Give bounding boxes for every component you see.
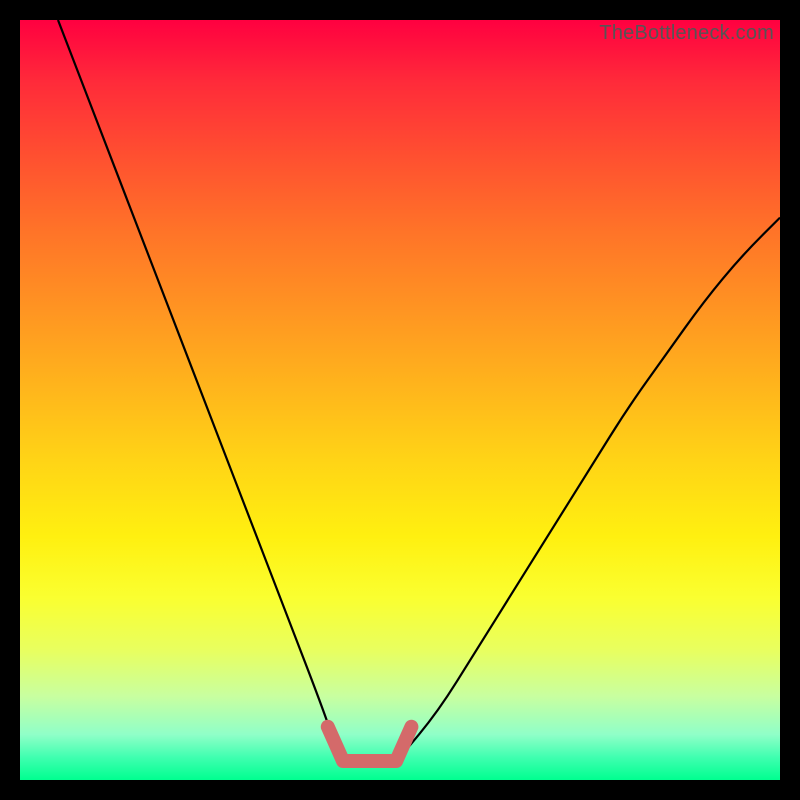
plot-area: TheBottleneck.com [20, 20, 780, 780]
curve-layer [20, 20, 780, 780]
left-curve [58, 20, 339, 757]
chart-container: TheBottleneck.com [0, 0, 800, 800]
right-curve [400, 218, 780, 758]
valley-marker [328, 727, 412, 761]
